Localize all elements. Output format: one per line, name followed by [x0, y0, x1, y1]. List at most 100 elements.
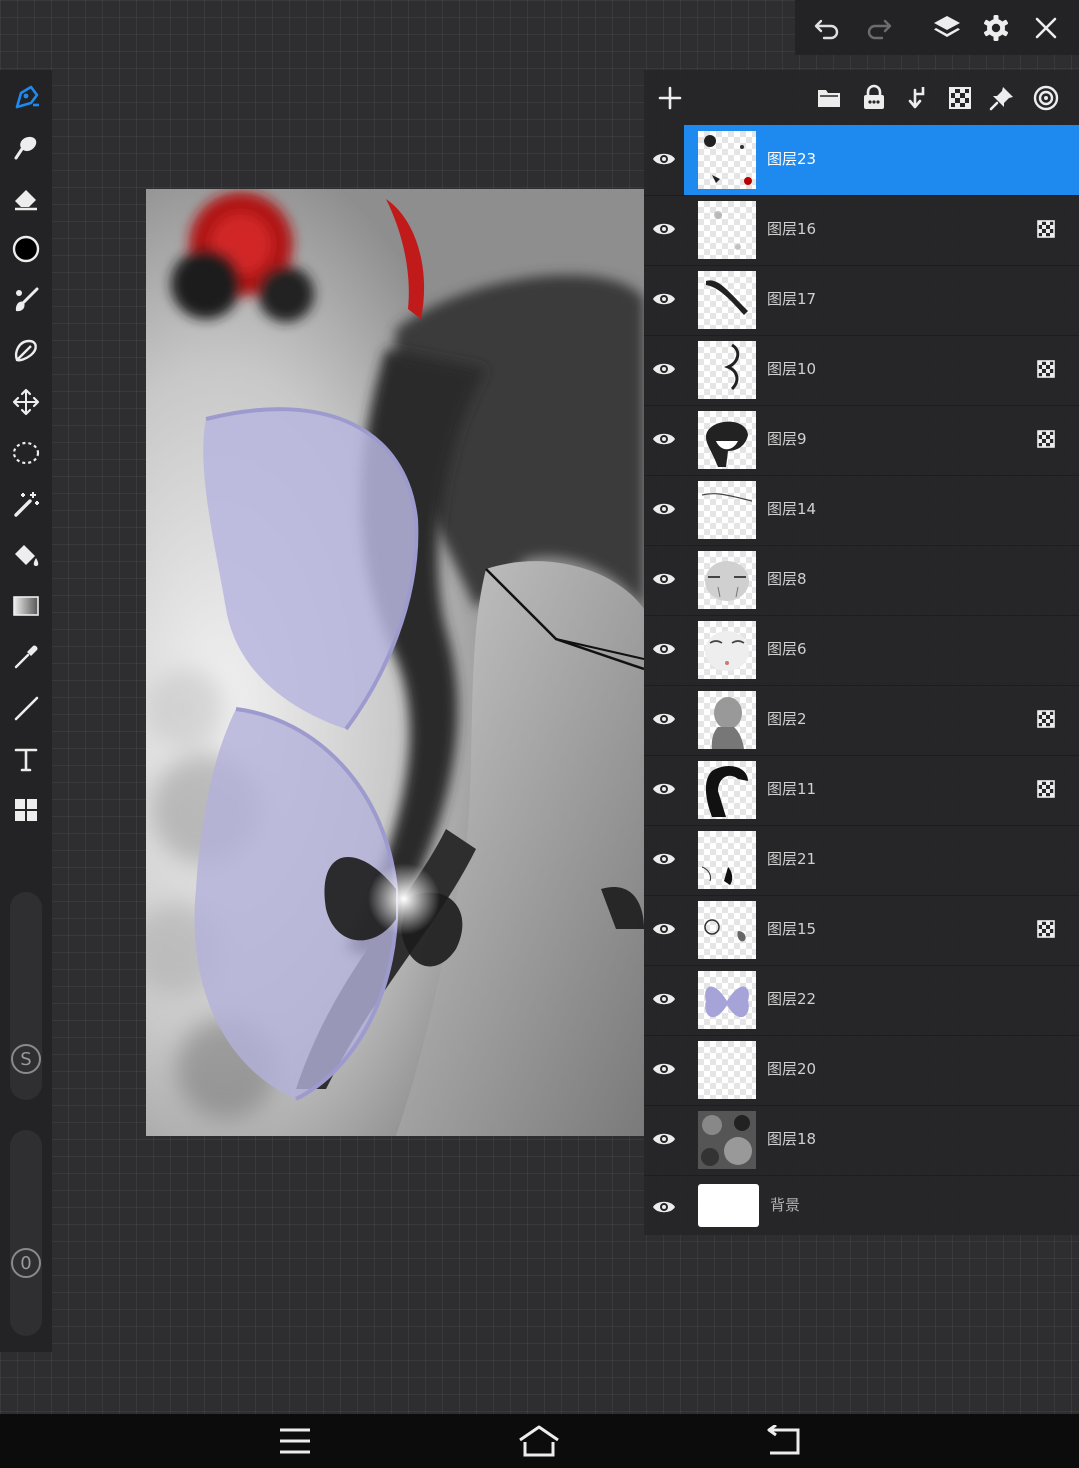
tool-bar: S 0: [0, 70, 52, 1352]
transform-icon[interactable]: [6, 382, 46, 422]
gallery-grid-icon[interactable]: [6, 790, 46, 830]
opacity-slider[interactable]: 0: [10, 1130, 42, 1336]
system-nav-bar: [0, 1414, 1079, 1468]
pin-icon[interactable]: [986, 82, 1018, 114]
menu-icon[interactable]: [273, 1422, 317, 1460]
layer-row[interactable]: 图层6: [644, 615, 1079, 686]
visibility-eye-icon[interactable]: [650, 285, 678, 313]
layer-name: 图层2: [767, 710, 807, 728]
home-icon[interactable]: [517, 1422, 561, 1460]
opacity-slider-knob[interactable]: 0: [11, 1248, 41, 1278]
alpha-lock-checker-icon[interactable]: [1037, 220, 1055, 238]
layer-thumbnail: [698, 131, 756, 189]
layer-thumbnail: [698, 1111, 756, 1169]
visibility-eye-icon[interactable]: [650, 1125, 678, 1153]
visibility-eye-icon[interactable]: [650, 495, 678, 523]
layer-row[interactable]: 图层15: [644, 895, 1079, 966]
layer-thumbnail: [698, 901, 756, 959]
size-slider-knob[interactable]: S: [11, 1044, 41, 1074]
visibility-eye-icon[interactable]: [650, 985, 678, 1013]
visibility-eye-icon[interactable]: [650, 845, 678, 873]
add-layer-icon[interactable]: [654, 82, 686, 114]
artwork: [146, 189, 644, 1136]
layer-row[interactable]: 图层11: [644, 755, 1079, 826]
layer-row[interactable]: 图层17: [644, 265, 1079, 336]
layer-thumbnail: [698, 831, 756, 889]
drawing-canvas[interactable]: [146, 189, 644, 1136]
layer-row[interactable]: 图层16: [644, 195, 1079, 266]
eyedropper-icon[interactable]: [6, 637, 46, 677]
background-thumbnail: [698, 1184, 759, 1227]
visibility-eye-icon[interactable]: [650, 355, 678, 383]
layer-row[interactable]: 图层21: [644, 825, 1079, 896]
undo-icon[interactable]: [809, 10, 845, 46]
magic-wand-icon[interactable]: [6, 484, 46, 524]
visibility-eye-icon[interactable]: [650, 215, 678, 243]
layer-row[interactable]: 图层23: [644, 125, 1079, 196]
alpha-lock-checker-icon[interactable]: [1037, 430, 1055, 448]
layer-thumbnail: [698, 761, 756, 819]
visibility-eye-icon[interactable]: [650, 635, 678, 663]
merge-down-icon[interactable]: [901, 82, 933, 114]
text-icon[interactable]: [6, 739, 46, 779]
brush-icon[interactable]: [6, 280, 46, 320]
target-icon[interactable]: [1030, 82, 1062, 114]
redo-icon[interactable]: [861, 10, 897, 46]
checker-icon[interactable]: [944, 82, 976, 114]
layer-thumbnail: [698, 411, 756, 469]
layer-name: 图层21: [767, 850, 817, 868]
alpha-lock-checker-icon[interactable]: [1037, 920, 1055, 938]
settings-icon[interactable]: [978, 10, 1014, 46]
layer-name: 图层16: [767, 220, 817, 238]
layers-panel-header: [644, 70, 1079, 125]
layers-icon[interactable]: [929, 10, 965, 46]
layer-thumbnail: [698, 271, 756, 329]
selection-icon[interactable]: [6, 433, 46, 473]
visibility-eye-icon[interactable]: [650, 915, 678, 943]
alpha-lock-checker-icon[interactable]: [1037, 780, 1055, 798]
layer-name: 图层18: [767, 1130, 817, 1148]
eraser-icon[interactable]: [6, 178, 46, 218]
layer-thumbnail: [698, 1041, 756, 1099]
layer-row[interactable]: 图层10: [644, 335, 1079, 406]
visibility-eye-icon[interactable]: [650, 1055, 678, 1083]
visibility-eye-icon[interactable]: [650, 145, 678, 173]
layer-row[interactable]: 图层20: [644, 1035, 1079, 1106]
layer-row[interactable]: 图层18: [644, 1105, 1079, 1176]
layer-row[interactable]: 图层22: [644, 965, 1079, 1036]
layer-name: 图层14: [767, 500, 817, 518]
visibility-eye-icon[interactable]: [650, 425, 678, 453]
visibility-eye-icon[interactable]: [650, 775, 678, 803]
layer-thumbnail: [698, 971, 756, 1029]
layer-name: 图层20: [767, 1060, 817, 1078]
visibility-eye-icon[interactable]: [650, 1193, 678, 1221]
layer-thumbnail: [698, 691, 756, 749]
layer-row[interactable]: 图层9: [644, 405, 1079, 476]
layer-thumbnail: [698, 341, 756, 399]
color-icon[interactable]: [6, 229, 46, 269]
smudge-icon[interactable]: [6, 127, 46, 167]
pen-tool-icon[interactable]: [6, 76, 46, 116]
folder-icon[interactable]: [813, 82, 845, 114]
layer-row[interactable]: 图层8: [644, 545, 1079, 616]
close-icon[interactable]: [1028, 10, 1064, 46]
background-layer-row[interactable]: 背景: [644, 1178, 1079, 1235]
layers-panel: 图层23 图层16 图层17 图层10 图层9 图层14 图层8 图层6 图层2 图层11 图层21…: [644, 70, 1079, 1235]
lasso-fill-icon[interactable]: [6, 331, 46, 371]
alpha-lock-checker-icon[interactable]: [1037, 360, 1055, 378]
back-icon[interactable]: [762, 1422, 806, 1460]
line-icon[interactable]: [6, 688, 46, 728]
background-layer-label: 背景: [770, 1196, 801, 1214]
gradient-icon[interactable]: [6, 586, 46, 626]
layer-row[interactable]: 图层2: [644, 685, 1079, 756]
lock-icon[interactable]: [858, 82, 890, 114]
brush-size-slider[interactable]: S: [10, 892, 42, 1100]
layer-name: 图层15: [767, 920, 817, 938]
layer-name: 图层9: [767, 430, 807, 448]
alpha-lock-checker-icon[interactable]: [1037, 710, 1055, 728]
visibility-eye-icon[interactable]: [650, 705, 678, 733]
visibility-eye-icon[interactable]: [650, 565, 678, 593]
layer-thumbnail: [698, 201, 756, 259]
layer-row[interactable]: 图层14: [644, 475, 1079, 546]
paint-bucket-icon[interactable]: [6, 535, 46, 575]
